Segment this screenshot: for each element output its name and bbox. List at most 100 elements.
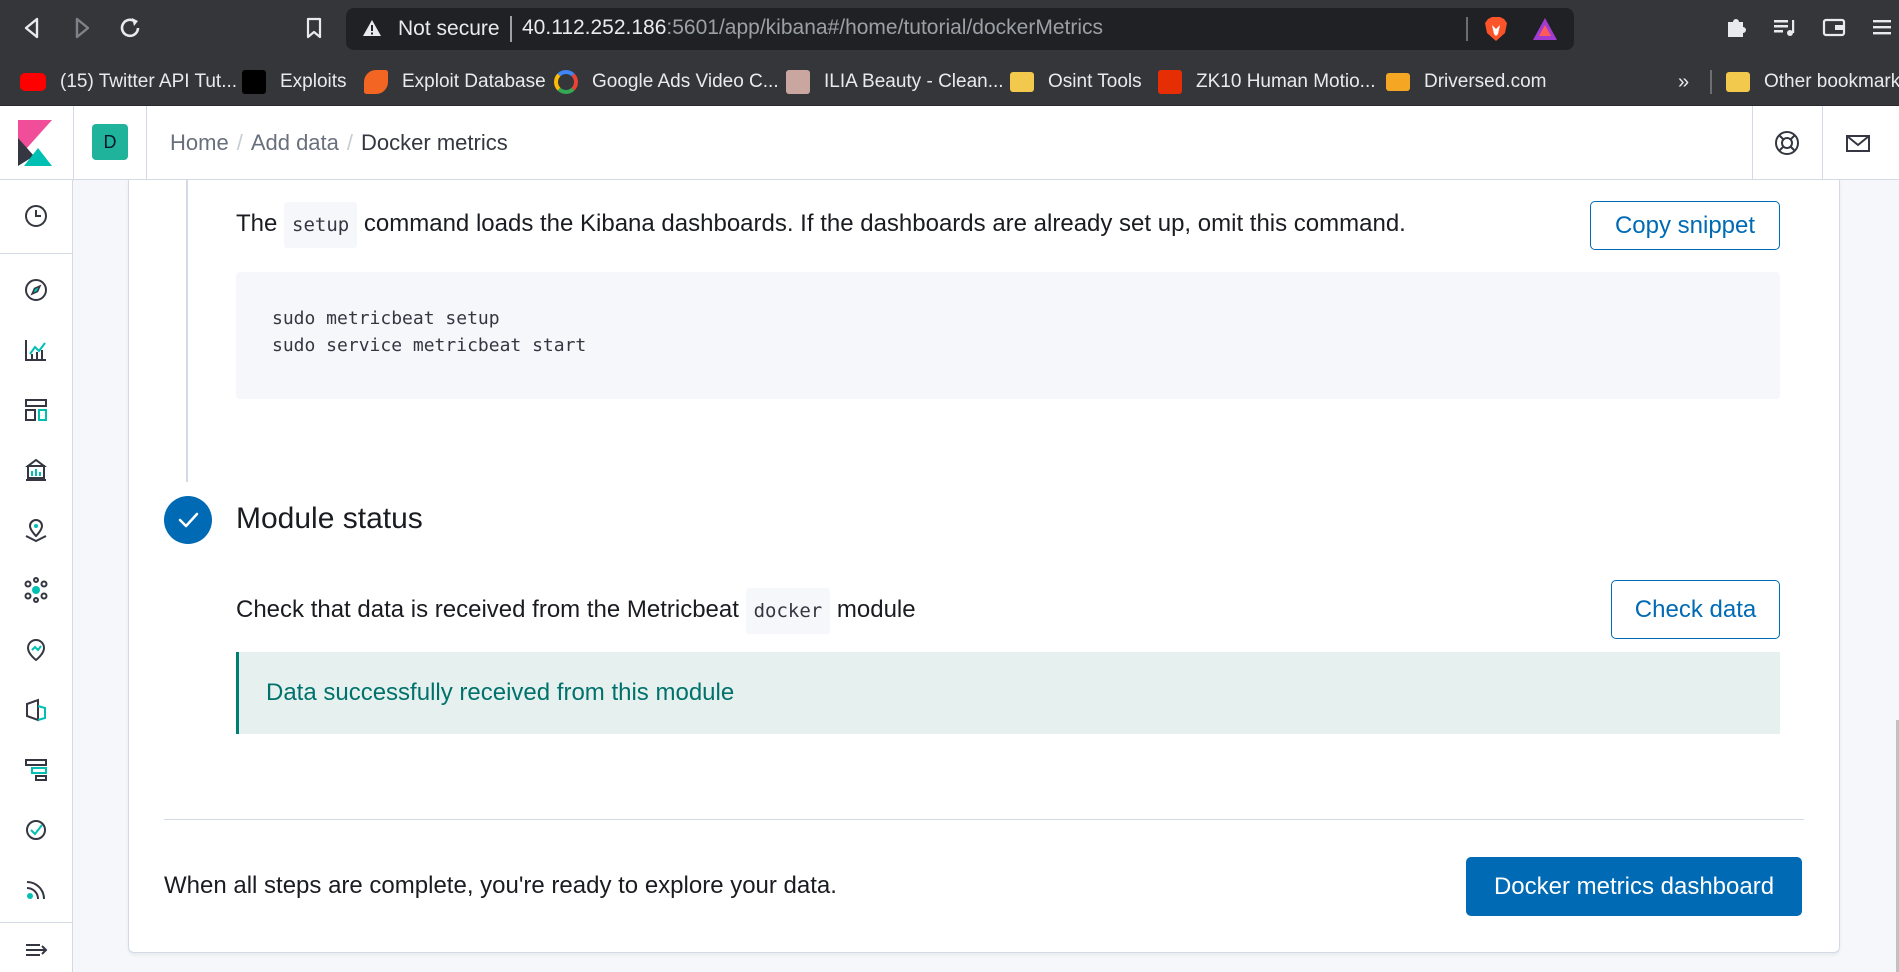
callout-message: Data successfully received from this mod… — [266, 679, 735, 706]
footer-message: When all steps are complete, you're read… — [164, 872, 837, 899]
help-icon[interactable] — [1772, 128, 1802, 158]
footer-divider — [164, 819, 1804, 820]
puzzle-icon — [1728, 19, 1746, 37]
menu-icon — [1873, 20, 1891, 35]
setup-instructions: The setup command loads the Kibana dashb… — [236, 202, 1406, 248]
header-divider — [73, 106, 74, 180]
not-secure-label: Not secure — [398, 17, 500, 40]
exploit-icon — [242, 70, 266, 94]
space-avatar[interactable]: D — [92, 124, 128, 160]
siem-icon[interactable] — [22, 876, 50, 904]
apm-icon[interactable] — [22, 756, 50, 784]
bookmark-item[interactable]: ILIA Beauty - Clean... — [786, 64, 1004, 100]
breadcrumb: Home / Add data / Docker metrics — [170, 130, 508, 156]
maps-icon[interactable] — [22, 516, 50, 544]
address-divider — [510, 16, 512, 42]
address-bar[interactable]: Not secure 40.112.252.186:5601/app/kiban… — [346, 8, 1574, 50]
warning-icon — [363, 20, 381, 36]
wallet-button[interactable] — [1820, 14, 1848, 42]
other-bookmarks[interactable]: Other bookmarks — [1726, 64, 1899, 100]
visualize-icon[interactable] — [22, 336, 50, 364]
back-button[interactable] — [18, 14, 46, 42]
ilia-icon — [786, 70, 810, 94]
media-controls-button[interactable] — [1770, 14, 1798, 42]
extensions-button[interactable] — [1722, 14, 1750, 42]
breadcrumb-add-data[interactable]: Add data — [251, 130, 339, 155]
bookmark-label: Google Ads Video C... — [592, 71, 779, 92]
bookmark-label: Exploits — [280, 71, 347, 92]
bookmark-item[interactable]: (15) Twitter API Tut... — [20, 64, 237, 100]
bookmark-label: Other bookmarks — [1764, 71, 1899, 92]
url-path: :5601/app/kibana#/home/tutorial/dockerMe… — [666, 16, 1104, 39]
brave-shields-icon[interactable] — [1484, 16, 1508, 42]
bookmark-label: Driversed.com — [1424, 71, 1547, 92]
bookmark-item[interactable]: Exploits — [242, 64, 347, 100]
exploit-db-icon — [364, 70, 388, 94]
setup-command-code: setup — [284, 202, 358, 248]
forward-button[interactable] — [68, 14, 96, 42]
machine-learning-icon[interactable] — [22, 576, 50, 604]
bookmark-item[interactable]: ZK10 Human Motio... — [1158, 64, 1376, 100]
back-icon — [24, 17, 39, 39]
setup-text-before: The — [236, 210, 278, 237]
kibana-logo-icon[interactable] — [18, 120, 52, 166]
url-text: 40.112.252.186:5601/app/kibana#/home/tut… — [522, 16, 1103, 40]
reload-button[interactable] — [116, 14, 144, 42]
bookmark-label: ZK10 Human Motio... — [1196, 71, 1376, 92]
canvas-icon[interactable] — [22, 456, 50, 484]
url-host: 40.112.252.186 — [522, 16, 667, 39]
step-complete-badge — [164, 496, 212, 544]
mail-icon[interactable] — [1843, 128, 1873, 158]
youtube-icon — [20, 73, 46, 91]
driversed-icon — [1386, 73, 1410, 91]
module-name-code: docker — [745, 588, 831, 634]
header-divider — [146, 106, 147, 180]
browser-toolbar: Not secure 40.112.252.186:5601/app/kiban… — [0, 0, 1899, 58]
check-icon — [178, 512, 199, 528]
nav-divider — [0, 922, 72, 923]
forward-icon — [75, 17, 90, 39]
docker-dashboard-button[interactable]: Docker metrics dashboard — [1466, 857, 1802, 916]
folder-icon — [1010, 72, 1034, 92]
discover-icon[interactable] — [22, 276, 50, 304]
status-text-after: module — [836, 596, 916, 623]
bookmarks-bar: (15) Twitter API Tut... Exploits Exploit… — [0, 58, 1899, 106]
nav-divider — [0, 253, 72, 254]
bookmark-item[interactable]: Google Ads Video C... — [554, 64, 779, 100]
collapse-nav-icon[interactable] — [22, 936, 50, 964]
breadcrumb-current: Docker metrics — [361, 130, 508, 155]
breadcrumb-home[interactable]: Home — [170, 130, 229, 155]
dashboard-icon[interactable] — [22, 396, 50, 424]
metrics-icon[interactable] — [22, 636, 50, 664]
check-data-button[interactable]: Check data — [1611, 580, 1780, 639]
bookmarks-divider — [1710, 70, 1712, 94]
brave-rewards-icon[interactable] — [1532, 17, 1558, 41]
browser-menu-button[interactable] — [1868, 14, 1896, 42]
code-snippet: sudo metricbeat setup sudo service metri… — [236, 272, 1780, 399]
bookmark-label: (15) Twitter API Tut... — [60, 71, 238, 92]
google-icon — [554, 70, 578, 94]
uptime-icon[interactable] — [22, 816, 50, 844]
reload-icon — [120, 18, 140, 38]
more-bookmarks-button[interactable]: » — [1678, 64, 1689, 100]
breadcrumb-separator: / — [236, 130, 243, 155]
logs-icon[interactable] — [22, 696, 50, 724]
bookmark-page-button[interactable] — [300, 14, 328, 42]
bookmark-item[interactable]: Exploit Database — [364, 64, 546, 100]
module-status-description: Check that data is received from the Met… — [236, 588, 916, 634]
folder-icon — [1726, 72, 1750, 92]
address-right-divider — [1466, 17, 1468, 41]
bookmark-label: Osint Tools — [1048, 71, 1142, 92]
bookmark-item[interactable]: Osint Tools — [1010, 64, 1142, 100]
aliexpress-icon — [1158, 70, 1182, 94]
module-status-title: Module status — [236, 502, 423, 535]
copy-snippet-button[interactable]: Copy snippet — [1590, 201, 1780, 250]
kibana-header: D Home / Add data / Docker metrics — [0, 106, 1899, 180]
bookmark-icon — [306, 17, 322, 39]
bookmark-item[interactable]: Driversed.com — [1386, 64, 1546, 100]
breadcrumb-separator: / — [346, 130, 354, 155]
header-divider — [1752, 106, 1753, 180]
playlist-icon — [1774, 20, 1795, 36]
status-text-before: Check that data is received from the Met… — [236, 596, 739, 623]
recently-viewed-icon[interactable] — [22, 202, 50, 230]
